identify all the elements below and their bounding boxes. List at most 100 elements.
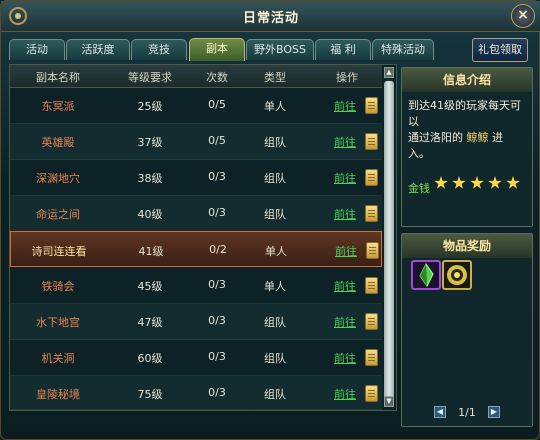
- level-requirement: 47级: [137, 316, 163, 329]
- dungeon-type: 组队: [264, 172, 286, 185]
- dungeon-type: 组队: [264, 352, 286, 365]
- info-line-1: 到达41级的玩家每天可以: [408, 99, 521, 128]
- scroll-icon[interactable]: [365, 313, 378, 330]
- dungeon-name: 东冥派: [41, 100, 75, 113]
- info-description: 到达41级的玩家每天可以 通过洛阳的 鲸鲸 进 入。: [408, 98, 528, 162]
- tab-liveness[interactable]: 活跃度: [66, 39, 130, 60]
- header-type: 类型: [264, 71, 286, 84]
- tab-activity[interactable]: 活动: [9, 39, 65, 60]
- tab-field-boss[interactable]: 野外BOSS: [246, 39, 314, 60]
- attempt-count: 0/3: [208, 314, 226, 327]
- go-to-link[interactable]: 前往: [330, 206, 360, 222]
- attempt-count: 0/2: [209, 243, 227, 256]
- level-requirement: 38级: [137, 172, 163, 185]
- level-requirement: 75级: [137, 388, 163, 401]
- gold-reward-label: 金钱: [408, 182, 430, 195]
- dungeon-type: 组队: [264, 136, 286, 149]
- dungeon-name: 水下地宫: [36, 316, 80, 329]
- gift-pack-claim-button[interactable]: 礼包领取: [472, 38, 528, 62]
- scroll-icon[interactable]: [365, 385, 378, 402]
- item-reward-panel: 物品奖励 ◀ 1/1 ▶: [401, 233, 533, 427]
- dungeon-name: 皇陵秘境: [36, 388, 80, 401]
- window-title: 日常活动: [242, 11, 299, 26]
- header-level-req: 等级要求: [128, 71, 172, 84]
- go-to-link[interactable]: 前往: [330, 314, 360, 330]
- dungeon-name: 机关洞: [41, 352, 75, 365]
- table-scrollbar[interactable]: ▲ ▼: [384, 67, 394, 407]
- attempt-count: 0/5: [208, 134, 226, 147]
- attempt-count: 0/3: [208, 350, 226, 363]
- table-header: 副本名称 等级要求 次数 类型 操作: [10, 65, 382, 88]
- dungeon-name: 深渊地穴: [36, 172, 80, 185]
- info-panel: 信息介绍 到达41级的玩家每天可以 通过洛阳的 鲸鲸 进 入。 金钱: [401, 67, 533, 227]
- tab-dungeon[interactable]: 副本: [189, 38, 245, 61]
- reward-item-slot[interactable]: [411, 260, 441, 290]
- attempt-count: 0/3: [208, 278, 226, 291]
- go-to-link[interactable]: 前往: [331, 243, 361, 259]
- dungeon-type: 单人: [264, 280, 286, 293]
- go-to-link[interactable]: 前往: [330, 386, 360, 402]
- star-icon: [470, 176, 484, 189]
- dungeon-type: 组队: [264, 316, 286, 329]
- table-row-selected[interactable]: 诗司连连看 41级 0/2 单人 前往: [10, 231, 382, 267]
- scroll-down-icon[interactable]: ▼: [384, 396, 394, 407]
- dungeon-name: 命运之间: [36, 208, 80, 221]
- tab-special-activity[interactable]: 特殊活动: [372, 39, 434, 60]
- table-row[interactable]: 英雄殿 37级 0/5 组队 前往: [10, 123, 382, 160]
- scroll-up-icon[interactable]: ▲: [384, 67, 394, 78]
- info-panel-title: 信息介绍: [402, 68, 532, 92]
- reward-panel-title: 物品奖励: [402, 234, 532, 258]
- header-dungeon-name: 副本名称: [36, 71, 80, 84]
- scroll-track[interactable]: [384, 79, 394, 405]
- attempt-count: 0/3: [208, 206, 226, 219]
- reward-item-slot[interactable]: [442, 260, 472, 290]
- page-next-icon[interactable]: ▶: [488, 406, 500, 418]
- page-prev-icon[interactable]: ◀: [434, 406, 446, 418]
- go-to-link[interactable]: 前往: [330, 134, 360, 150]
- info-line-3: 入。: [408, 147, 430, 160]
- dungeon-type: 组队: [264, 388, 286, 401]
- star-icon: [506, 176, 520, 189]
- attempt-count: 0/3: [208, 386, 226, 399]
- scroll-icon[interactable]: [365, 277, 378, 294]
- level-requirement: 25级: [137, 100, 163, 113]
- scroll-icon[interactable]: [365, 205, 378, 222]
- dungeon-type: 组队: [264, 208, 286, 221]
- dungeon-type: 单人: [264, 100, 286, 113]
- close-button[interactable]: ×: [511, 4, 535, 28]
- header-count: 次数: [206, 71, 228, 84]
- go-to-link[interactable]: 前往: [330, 350, 360, 366]
- close-icon[interactable]: ×: [517, 7, 529, 23]
- header-action: 操作: [336, 71, 358, 84]
- table-row[interactable]: 东冥派 25级 0/5 单人 前往: [10, 87, 382, 124]
- scroll-icon[interactable]: [365, 349, 378, 366]
- scroll-thumb[interactable]: [384, 81, 394, 405]
- level-requirement: 60级: [137, 352, 163, 365]
- title-bar[interactable]: 日常活动 ×: [1, 1, 540, 32]
- go-to-link[interactable]: 前往: [330, 170, 360, 186]
- table-row[interactable]: 水下地宫 47级 0/3 组队 前往: [10, 303, 382, 340]
- table-row[interactable]: 铁骑会 45级 0/3 单人 前往: [10, 267, 382, 304]
- page-indicator: 1/1: [458, 406, 476, 419]
- daily-activity-window: 日常活动 × 活动 活跃度 竞技 副本 野外BOSS 福 利 特殊活动 礼包领取…: [0, 0, 540, 440]
- table-row[interactable]: 机关洞 60级 0/3 组队 前往: [10, 339, 382, 376]
- dungeon-name: 铁骑会: [41, 280, 75, 293]
- go-to-link[interactable]: 前往: [330, 278, 360, 294]
- star-icon: [452, 176, 466, 189]
- tab-arena[interactable]: 竞技: [131, 39, 187, 60]
- scroll-icon[interactable]: [365, 97, 378, 114]
- tab-welfare[interactable]: 福 利: [315, 39, 371, 60]
- npc-name-link[interactable]: 鲸鲸: [467, 131, 489, 144]
- scroll-icon[interactable]: [366, 242, 379, 259]
- scroll-icon[interactable]: [365, 169, 378, 186]
- attempt-count: 0/5: [208, 98, 226, 111]
- table-row[interactable]: 命运之间 40级 0/3 组队 前往: [10, 195, 382, 232]
- dungeon-type: 单人: [265, 245, 287, 258]
- level-requirement: 45级: [137, 280, 163, 293]
- table-row[interactable]: 深渊地穴 38级 0/3 组队 前往: [10, 159, 382, 196]
- attempt-count: 0/3: [208, 170, 226, 183]
- go-to-link[interactable]: 前往: [330, 98, 360, 114]
- table-row[interactable]: 皇陵秘境 75级 0/3 组队 前往: [10, 375, 382, 410]
- scroll-icon[interactable]: [365, 133, 378, 150]
- dungeon-table: 副本名称 等级要求 次数 类型 操作 东冥派 25级 0/5 单人 前往 英雄殿…: [9, 64, 397, 411]
